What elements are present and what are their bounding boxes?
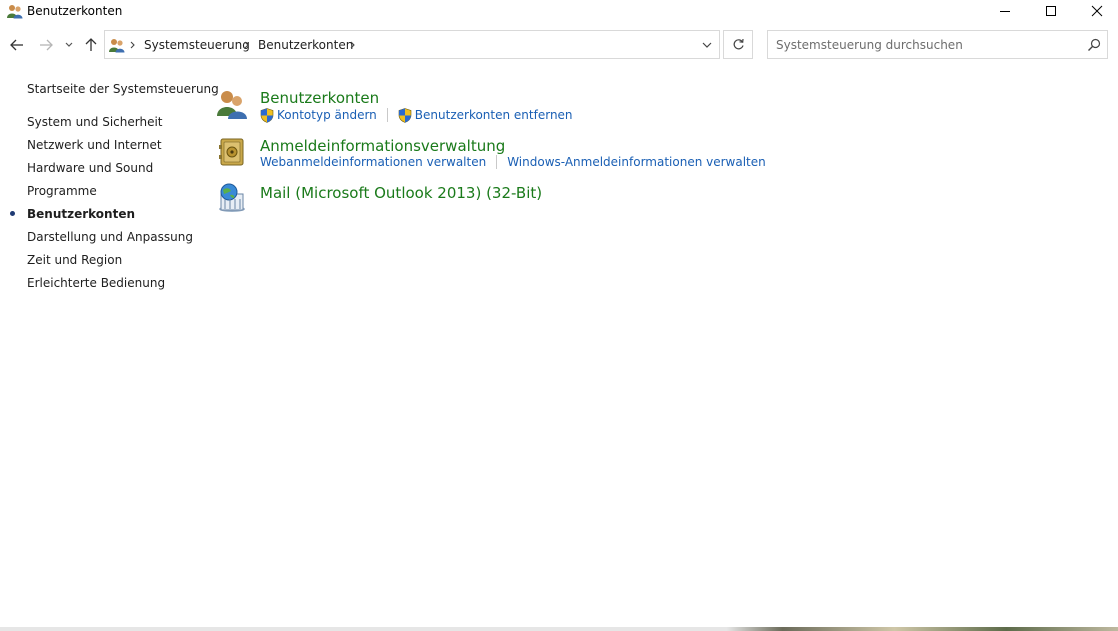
change-account-type-label: Kontotyp ändern: [277, 108, 377, 122]
recent-locations-button[interactable]: [62, 36, 76, 54]
remove-user-accounts-link[interactable]: Benutzerkonten entfernen: [398, 107, 573, 123]
user-accounts-icon: [7, 5, 23, 19]
control-panel-window: Benutzerkonten Systemsteuerung Benutzerk…: [0, 0, 1118, 631]
address-dropdown-button[interactable]: [695, 31, 719, 58]
minimize-button[interactable]: [982, 0, 1028, 22]
address-bar[interactable]: Systemsteuerung Benutzerkonten: [104, 30, 720, 59]
refresh-button[interactable]: [723, 30, 753, 59]
credential-vault-icon[interactable]: [216, 136, 248, 168]
close-icon: [1091, 5, 1103, 17]
title-bar: Benutzerkonten: [0, 0, 1118, 28]
chevron-right-icon[interactable]: [128, 38, 138, 52]
arrow-up-icon: [85, 38, 97, 51]
breadcrumb-benutzerkonten[interactable]: Benutzerkonten: [258, 37, 353, 53]
arrow-left-icon: [10, 39, 23, 51]
search-icon[interactable]: [1086, 37, 1102, 53]
forward-button[interactable]: [36, 36, 56, 54]
active-bullet: [10, 211, 15, 216]
link-separator: [496, 155, 498, 169]
sidebar-item-appearance[interactable]: Darstellung und Anpassung: [27, 229, 193, 245]
taskbar-edge: [0, 627, 1118, 631]
manage-web-credentials-link[interactable]: Webanmeldeinformationen verwalten: [260, 154, 486, 170]
sidebar-item-network-internet[interactable]: Netzwerk und Internet: [27, 137, 162, 153]
chevron-right-icon[interactable]: [348, 38, 358, 52]
navigation-bar: Systemsteuerung Benutzerkonten: [0, 28, 1118, 64]
back-button[interactable]: [7, 36, 27, 54]
maximize-button[interactable]: [1028, 0, 1074, 22]
sidebar-item-programs[interactable]: Programme: [27, 183, 97, 199]
sidebar-item-time-region[interactable]: Zeit und Region: [27, 252, 122, 268]
remove-user-accounts-label: Benutzerkonten entfernen: [414, 108, 573, 122]
close-button[interactable]: [1074, 0, 1118, 22]
minimize-icon: [1000, 11, 1010, 12]
category-title-mail[interactable]: Mail (Microsoft Outlook 2013) (32-Bit): [260, 183, 542, 203]
sidebar-item-user-accounts[interactable]: Benutzerkonten: [27, 206, 135, 222]
control-panel-icon: [109, 39, 125, 53]
arrow-right-icon: [40, 39, 53, 51]
user-accounts-icon[interactable]: [216, 88, 248, 120]
up-button[interactable]: [81, 36, 101, 54]
window-title: Benutzerkonten: [27, 4, 123, 18]
uac-shield-icon: [260, 107, 274, 123]
change-account-type-link[interactable]: Kontotyp ändern: [260, 107, 377, 123]
link-separator: [386, 108, 388, 122]
chevron-right-icon[interactable]: [242, 38, 252, 52]
chevron-down-icon: [65, 42, 73, 47]
category-links-user-accounts: Kontotyp ändern Benutzerkonten entfernen: [260, 107, 573, 123]
maximize-icon: [1046, 6, 1056, 16]
sidebar-home-link[interactable]: Startseite der Systemsteuerung: [27, 81, 219, 97]
category-title-credential-manager[interactable]: Anmeldeinformationsverwaltung: [260, 136, 505, 156]
sidebar-item-system-security[interactable]: System und Sicherheit: [27, 114, 163, 130]
manage-windows-credentials-link[interactable]: Windows-Anmeldeinformationen verwalten: [507, 154, 766, 170]
category-title-user-accounts[interactable]: Benutzerkonten: [260, 88, 379, 108]
search-box[interactable]: [767, 30, 1108, 59]
sidebar-item-ease-of-access[interactable]: Erleichterte Bedienung: [27, 275, 165, 291]
sidebar-item-hardware-sound[interactable]: Hardware und Sound: [27, 160, 153, 176]
mail-icon[interactable]: [216, 182, 248, 214]
breadcrumb-systemsteuerung[interactable]: Systemsteuerung: [144, 37, 250, 53]
chevron-down-icon: [702, 42, 712, 48]
refresh-icon: [733, 38, 744, 50]
uac-shield-icon: [398, 107, 412, 123]
category-links-credential-manager: Webanmeldeinformationen verwalten Window…: [260, 154, 766, 170]
search-input[interactable]: [776, 37, 1076, 53]
